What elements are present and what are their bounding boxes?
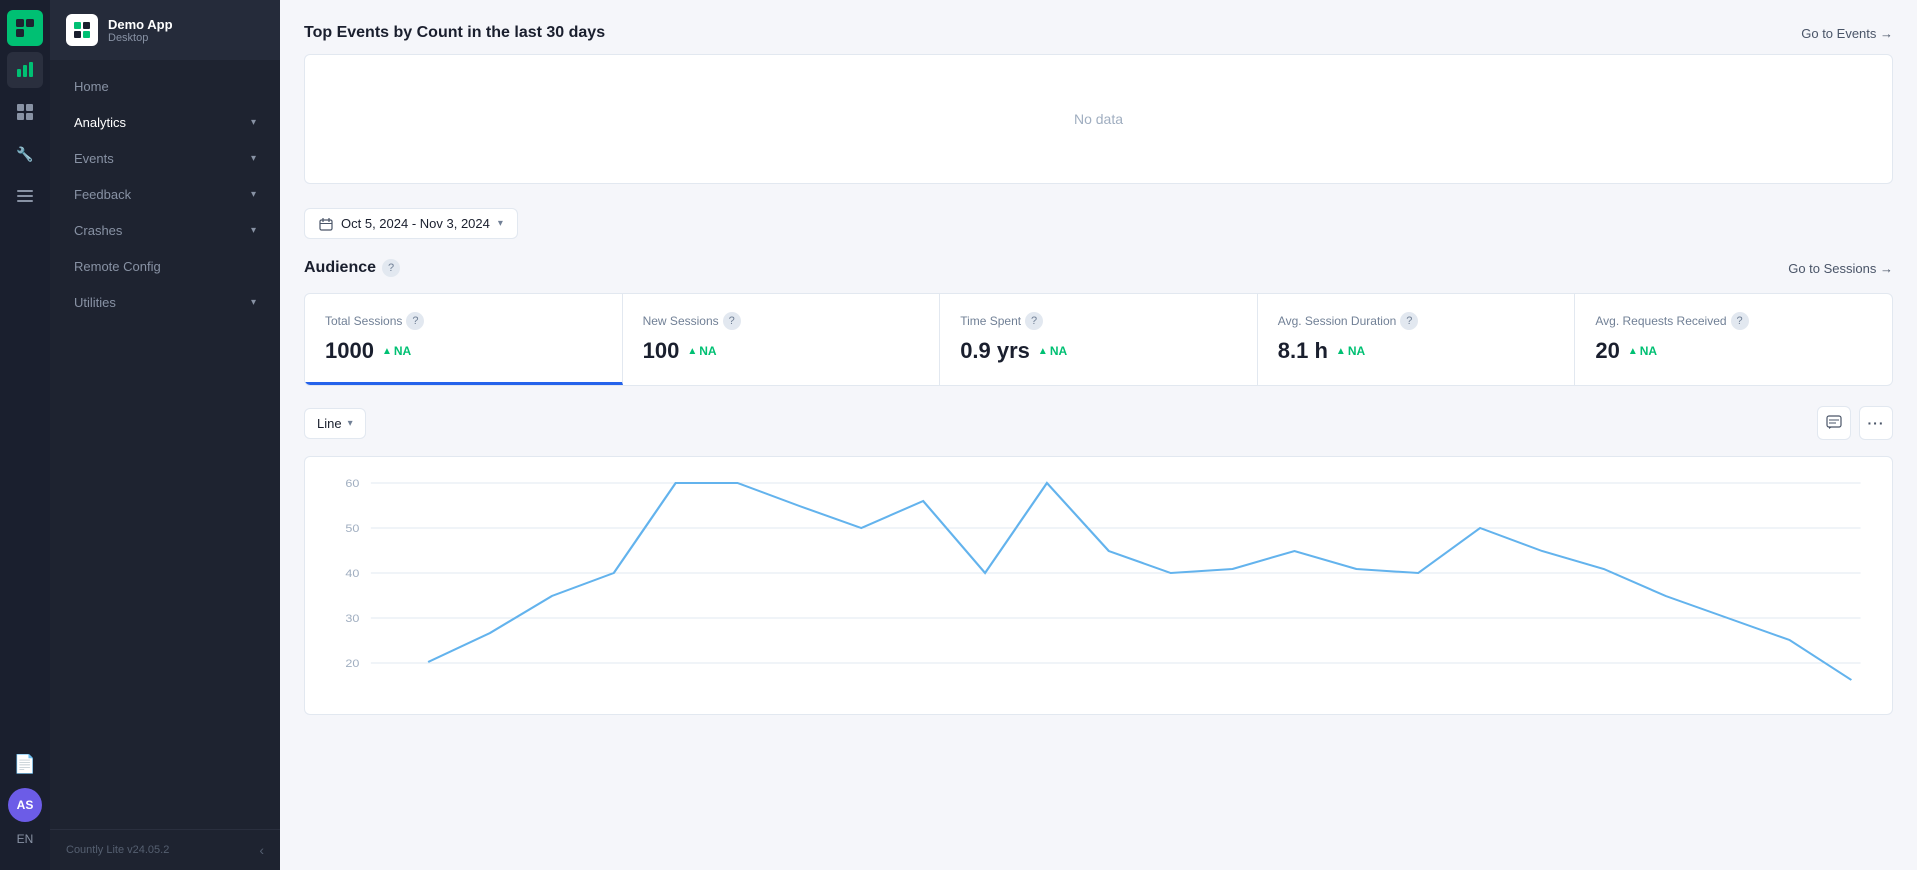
sidebar-item-analytics[interactable]: Analytics ▾	[58, 105, 272, 140]
sidebar-item-events[interactable]: Events ▾	[58, 141, 272, 176]
sidebar-home-label: Home	[74, 79, 109, 94]
avg-session-duration-help[interactable]: ?	[1400, 312, 1418, 330]
bar-chart-icon[interactable]	[7, 52, 43, 88]
avg-requests-help[interactable]: ?	[1731, 312, 1749, 330]
help-doc-icon[interactable]: 📄	[7, 746, 43, 782]
total-sessions-help[interactable]: ?	[406, 312, 424, 330]
stat-card-avg-session-duration[interactable]: Avg. Session Duration ? 8.1 h ▲ NA	[1258, 294, 1576, 385]
avg-requests-label: Avg. Requests Received ?	[1595, 312, 1872, 330]
avg-session-duration-change: ▲ NA	[1336, 344, 1365, 358]
time-spent-change: ▲ NA	[1038, 344, 1067, 358]
top-events-no-data: No data	[304, 54, 1893, 184]
line-chart: 60 50 40 30 20	[325, 473, 1872, 693]
go-to-sessions-link[interactable]: Go to Sessions →	[1788, 261, 1893, 276]
version-text: Countly Lite v24.05.2	[66, 844, 169, 856]
avg-session-duration-label: Avg. Session Duration ?	[1278, 312, 1555, 330]
total-sessions-value: 1000 ▲ NA	[325, 338, 602, 364]
icon-sidebar-bottom: 📄 AS EN	[7, 746, 43, 860]
wrench-icon[interactable]: 🔧	[7, 136, 43, 172]
sidebar-footer: Countly Lite v24.05.2 ‹	[50, 829, 280, 870]
sidebar-item-remote-config[interactable]: Remote Config	[58, 249, 272, 284]
svg-text:30: 30	[345, 612, 359, 625]
chart-type-chevron: ▾	[348, 418, 353, 429]
app-name: Demo App	[108, 17, 173, 32]
stat-card-total-sessions[interactable]: Total Sessions ? 1000 ▲ NA	[305, 294, 623, 385]
events-chevron: ▾	[251, 153, 256, 164]
date-range-text: Oct 5, 2024 - Nov 3, 2024	[341, 216, 490, 231]
chart-more-options-button[interactable]: ···	[1859, 406, 1893, 440]
top-events-title: Top Events by Count in the last 30 days	[304, 24, 605, 42]
chart-container: 60 50 40 30 20	[304, 456, 1893, 715]
top-events-header: Top Events by Count in the last 30 days …	[304, 24, 1893, 42]
sidebar-remote-config-label: Remote Config	[74, 259, 161, 274]
audience-help-icon[interactable]: ?	[382, 259, 400, 277]
new-sessions-help[interactable]: ?	[723, 312, 741, 330]
app-info: Demo App Desktop	[108, 17, 173, 44]
time-spent-value: 0.9 yrs ▲ NA	[960, 338, 1237, 364]
user-avatar[interactable]: AS	[8, 788, 42, 822]
sidebar-item-crashes[interactable]: Crashes ▾	[58, 213, 272, 248]
app-icon	[66, 14, 98, 46]
calendar-icon	[319, 217, 333, 231]
svg-text:🔧: 🔧	[16, 145, 33, 163]
audience-title-group: Audience ?	[304, 259, 400, 277]
crashes-chevron: ▾	[251, 225, 256, 236]
chart-comment-button[interactable]	[1817, 406, 1851, 440]
analytics-chevron: ▾	[251, 117, 256, 128]
chart-toolbar: Line ▾ ···	[304, 406, 1893, 440]
date-picker-chevron: ▾	[498, 218, 503, 229]
sidebar-item-utilities[interactable]: Utilities ▾	[58, 285, 272, 320]
time-spent-help[interactable]: ?	[1025, 312, 1043, 330]
total-sessions-label: Total Sessions ?	[325, 312, 602, 330]
new-sessions-change: ▲ NA	[687, 344, 716, 358]
utilities-chevron: ▾	[251, 297, 256, 308]
feedback-chevron: ▾	[251, 189, 256, 200]
avg-requests-change: ▲ NA	[1628, 344, 1657, 358]
app-selector[interactable]: Demo App Desktop	[50, 0, 280, 60]
stat-card-avg-requests[interactable]: Avg. Requests Received ? 20 ▲ NA	[1575, 294, 1892, 385]
stat-card-new-sessions[interactable]: New Sessions ? 100 ▲ NA	[623, 294, 941, 385]
stat-card-time-spent[interactable]: Time Spent ? 0.9 yrs ▲ NA	[940, 294, 1258, 385]
audience-title: Audience	[304, 259, 376, 277]
sidebar-utilities-label: Utilities	[74, 295, 116, 310]
app-platform: Desktop	[108, 32, 173, 44]
date-range-picker[interactable]: Oct 5, 2024 - Nov 3, 2024 ▾	[304, 208, 518, 239]
icon-sidebar-top: 🔧	[7, 10, 43, 740]
collapse-sidebar-button[interactable]: ‹	[259, 842, 264, 858]
svg-text:40: 40	[345, 567, 359, 580]
avg-session-duration-value: 8.1 h ▲ NA	[1278, 338, 1555, 364]
grid-icon[interactable]	[7, 94, 43, 130]
chart-type-selector[interactable]: Line ▾	[304, 408, 366, 439]
list-icon[interactable]	[7, 178, 43, 214]
logo-icon[interactable]	[7, 10, 43, 46]
language-button[interactable]: EN	[13, 828, 38, 850]
icon-sidebar: 🔧 📄 AS EN	[0, 0, 50, 870]
audience-header: Audience ? Go to Sessions →	[304, 259, 1893, 277]
main-sidebar: Demo App Desktop Home Analytics ▾ Events…	[50, 0, 280, 870]
svg-text:20: 20	[345, 657, 359, 670]
main-content: Top Events by Count in the last 30 days …	[280, 0, 1917, 870]
sidebar-analytics-label: Analytics	[74, 115, 126, 130]
chart-type-label: Line	[317, 416, 342, 431]
time-spent-label: Time Spent ?	[960, 312, 1237, 330]
total-sessions-change: ▲ NA	[382, 344, 411, 358]
new-sessions-value: 100 ▲ NA	[643, 338, 920, 364]
go-to-events-link[interactable]: Go to Events →	[1801, 26, 1893, 41]
sidebar-nav: Home Analytics ▾ Events ▾ Feedback ▾ Cra…	[50, 60, 280, 829]
svg-text:60: 60	[345, 477, 359, 490]
avg-requests-value: 20 ▲ NA	[1595, 338, 1872, 364]
new-sessions-label: New Sessions ?	[643, 312, 920, 330]
svg-text:50: 50	[345, 522, 359, 535]
sidebar-events-label: Events	[74, 151, 114, 166]
sidebar-feedback-label: Feedback	[74, 187, 131, 202]
stats-row: Total Sessions ? 1000 ▲ NA New Sessions …	[304, 293, 1893, 386]
sidebar-item-feedback[interactable]: Feedback ▾	[58, 177, 272, 212]
sidebar-crashes-label: Crashes	[74, 223, 122, 238]
sidebar-item-home[interactable]: Home	[58, 69, 272, 104]
chart-actions: ···	[1817, 406, 1893, 440]
